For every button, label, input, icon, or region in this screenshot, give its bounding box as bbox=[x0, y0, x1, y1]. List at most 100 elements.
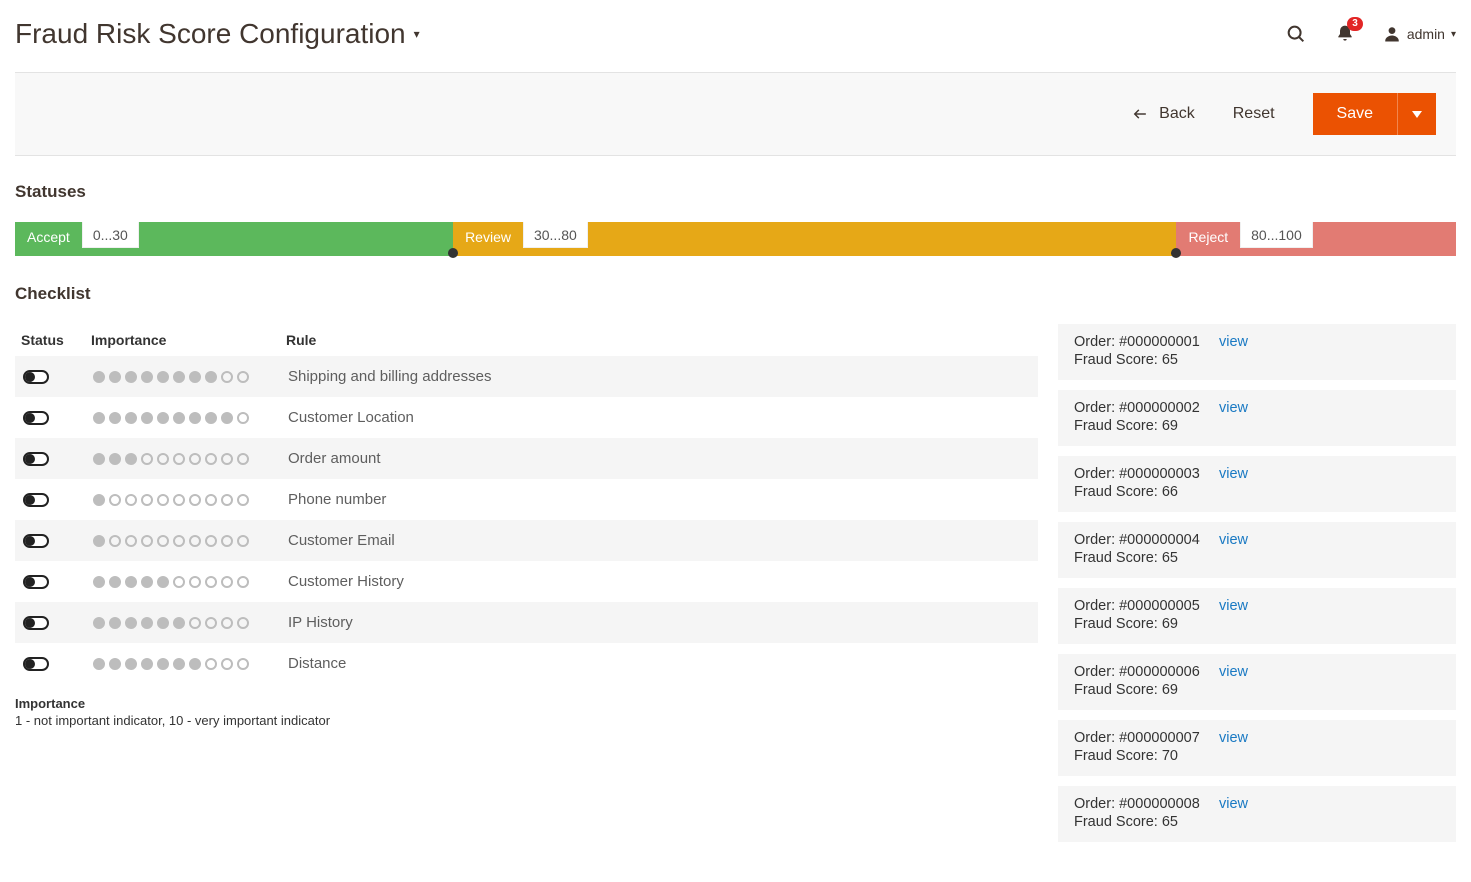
importance-dot[interactable] bbox=[157, 535, 169, 547]
account-menu[interactable]: admin ▾ bbox=[1383, 25, 1456, 43]
importance-dot[interactable] bbox=[237, 453, 249, 465]
view-order-link[interactable]: view bbox=[1219, 532, 1248, 548]
importance-dot[interactable] bbox=[189, 535, 201, 547]
importance-dot[interactable] bbox=[157, 412, 169, 424]
importance-dot[interactable] bbox=[237, 658, 249, 670]
importance-dots[interactable] bbox=[93, 617, 288, 629]
importance-dot[interactable] bbox=[93, 617, 105, 629]
range-handle-accept-review[interactable] bbox=[448, 248, 458, 258]
importance-dot[interactable] bbox=[93, 371, 105, 383]
importance-dot[interactable] bbox=[237, 412, 249, 424]
status-toggle[interactable] bbox=[23, 534, 49, 548]
importance-dot[interactable] bbox=[125, 453, 137, 465]
importance-dot[interactable] bbox=[93, 494, 105, 506]
save-button[interactable]: Save bbox=[1313, 93, 1397, 135]
importance-dot[interactable] bbox=[157, 453, 169, 465]
importance-dot[interactable] bbox=[141, 494, 153, 506]
view-order-link[interactable]: view bbox=[1219, 730, 1248, 746]
status-toggle[interactable] bbox=[23, 370, 49, 384]
importance-dot[interactable] bbox=[125, 371, 137, 383]
importance-dot[interactable] bbox=[109, 371, 121, 383]
status-toggle[interactable] bbox=[23, 657, 49, 671]
importance-dot[interactable] bbox=[109, 617, 121, 629]
importance-dot[interactable] bbox=[141, 535, 153, 547]
importance-dot[interactable] bbox=[205, 494, 217, 506]
importance-dot[interactable] bbox=[157, 617, 169, 629]
importance-dot[interactable] bbox=[205, 371, 217, 383]
importance-dot[interactable] bbox=[221, 494, 233, 506]
importance-dot[interactable] bbox=[93, 535, 105, 547]
importance-dot[interactable] bbox=[125, 658, 137, 670]
importance-dot[interactable] bbox=[173, 412, 185, 424]
importance-dots[interactable] bbox=[93, 494, 288, 506]
importance-dot[interactable] bbox=[189, 494, 201, 506]
importance-dot[interactable] bbox=[221, 412, 233, 424]
importance-dot[interactable] bbox=[157, 494, 169, 506]
importance-dot[interactable] bbox=[109, 453, 121, 465]
importance-dot[interactable] bbox=[237, 617, 249, 629]
importance-dot[interactable] bbox=[205, 412, 217, 424]
importance-dot[interactable] bbox=[93, 658, 105, 670]
importance-dot[interactable] bbox=[189, 658, 201, 670]
importance-dot[interactable] bbox=[237, 494, 249, 506]
status-toggle[interactable] bbox=[23, 411, 49, 425]
importance-dot[interactable] bbox=[189, 412, 201, 424]
importance-dot[interactable] bbox=[221, 576, 233, 588]
view-order-link[interactable]: view bbox=[1219, 466, 1248, 482]
search-icon[interactable] bbox=[1285, 23, 1307, 45]
status-toggle[interactable] bbox=[23, 575, 49, 589]
importance-dot[interactable] bbox=[221, 453, 233, 465]
importance-dot[interactable] bbox=[109, 576, 121, 588]
importance-dot[interactable] bbox=[205, 453, 217, 465]
importance-dot[interactable] bbox=[109, 658, 121, 670]
importance-dot[interactable] bbox=[109, 412, 121, 424]
status-toggle[interactable] bbox=[23, 493, 49, 507]
importance-dot[interactable] bbox=[189, 453, 201, 465]
range-handle-review-reject[interactable] bbox=[1171, 248, 1181, 258]
importance-dot[interactable] bbox=[205, 658, 217, 670]
importance-dot[interactable] bbox=[237, 535, 249, 547]
importance-dots[interactable] bbox=[93, 576, 288, 588]
importance-dot[interactable] bbox=[221, 371, 233, 383]
importance-dot[interactable] bbox=[125, 617, 137, 629]
importance-dot[interactable] bbox=[237, 371, 249, 383]
status-toggle[interactable] bbox=[23, 452, 49, 466]
page-title-dropdown-caret[interactable]: ▾ bbox=[414, 27, 420, 41]
view-order-link[interactable]: view bbox=[1219, 334, 1248, 350]
importance-dot[interactable] bbox=[141, 371, 153, 383]
importance-dot[interactable] bbox=[173, 535, 185, 547]
importance-dot[interactable] bbox=[109, 494, 121, 506]
importance-dots[interactable] bbox=[93, 453, 288, 465]
importance-dots[interactable] bbox=[93, 371, 288, 383]
importance-dot[interactable] bbox=[237, 576, 249, 588]
importance-dot[interactable] bbox=[157, 576, 169, 588]
importance-dot[interactable] bbox=[173, 658, 185, 670]
importance-dot[interactable] bbox=[125, 494, 137, 506]
importance-dot[interactable] bbox=[141, 658, 153, 670]
reset-button[interactable]: Reset bbox=[1233, 105, 1275, 123]
importance-dot[interactable] bbox=[157, 658, 169, 670]
importance-dot[interactable] bbox=[205, 576, 217, 588]
importance-dot[interactable] bbox=[125, 412, 137, 424]
importance-dots[interactable] bbox=[93, 535, 288, 547]
importance-dot[interactable] bbox=[189, 617, 201, 629]
importance-dot[interactable] bbox=[205, 535, 217, 547]
save-dropdown-toggle[interactable] bbox=[1397, 93, 1436, 135]
importance-dot[interactable] bbox=[141, 453, 153, 465]
importance-dot[interactable] bbox=[221, 658, 233, 670]
view-order-link[interactable]: view bbox=[1219, 664, 1248, 680]
importance-dot[interactable] bbox=[93, 412, 105, 424]
importance-dot[interactable] bbox=[141, 412, 153, 424]
importance-dot[interactable] bbox=[189, 371, 201, 383]
importance-dots[interactable] bbox=[93, 412, 288, 424]
importance-dots[interactable] bbox=[93, 658, 288, 670]
importance-dot[interactable] bbox=[141, 617, 153, 629]
importance-dot[interactable] bbox=[221, 535, 233, 547]
importance-dot[interactable] bbox=[221, 617, 233, 629]
importance-dot[interactable] bbox=[109, 535, 121, 547]
importance-dot[interactable] bbox=[189, 576, 201, 588]
importance-dot[interactable] bbox=[173, 576, 185, 588]
importance-dot[interactable] bbox=[173, 617, 185, 629]
status-toggle[interactable] bbox=[23, 616, 49, 630]
importance-dot[interactable] bbox=[93, 576, 105, 588]
